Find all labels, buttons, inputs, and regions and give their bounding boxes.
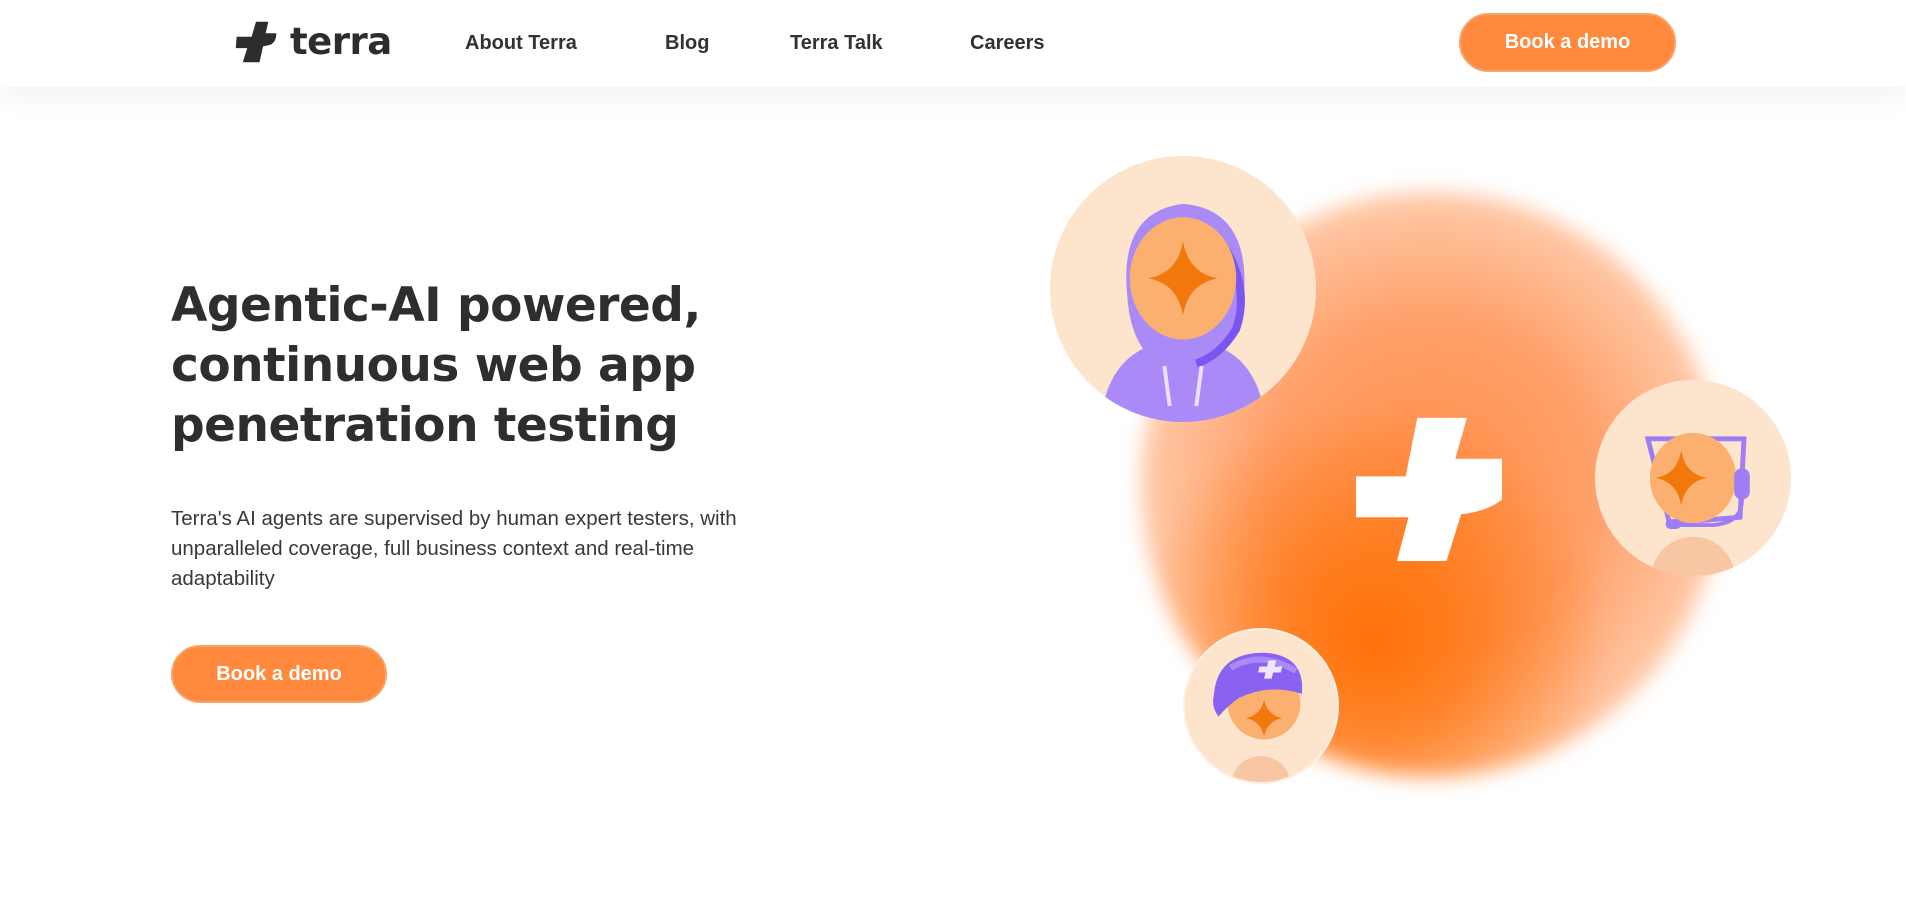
- hero-subtitle: Terra's AI agents are supervised by huma…: [171, 507, 737, 590]
- nav-link-about-terra[interactable]: About Terra: [465, 30, 577, 56]
- nav-link-blog[interactable]: Blog: [665, 30, 709, 56]
- headset-agent-icon: [1595, 380, 1791, 576]
- hooded-agent-avatar: [1050, 156, 1316, 422]
- hero-title: Agentic-AI powered, continuous web app p…: [171, 278, 701, 453]
- terra-logo-text: terra: [290, 20, 392, 63]
- nav-link-careers[interactable]: Careers: [970, 30, 1045, 56]
- cap-agent-icon: [1185, 630, 1337, 782]
- hero-illustration: [1040, 150, 1800, 800]
- nav-book-demo-button[interactable]: Book a demo: [1459, 13, 1676, 72]
- terra-cross-mark-icon: [1356, 417, 1502, 561]
- terra-logo-icon: [235, 21, 277, 63]
- headset-agent-avatar: [1595, 380, 1791, 576]
- hooded-agent-icon: [1050, 156, 1316, 422]
- terra-logo[interactable]: terra: [234, 20, 392, 64]
- cap-agent-avatar: [1183, 628, 1339, 784]
- top-navbar: terra About Terra Blog Terra Talk Career…: [0, 0, 1906, 87]
- nav-link-terra-talk[interactable]: Terra Talk: [790, 30, 883, 56]
- hero-book-demo-button[interactable]: Book a demo: [171, 645, 387, 703]
